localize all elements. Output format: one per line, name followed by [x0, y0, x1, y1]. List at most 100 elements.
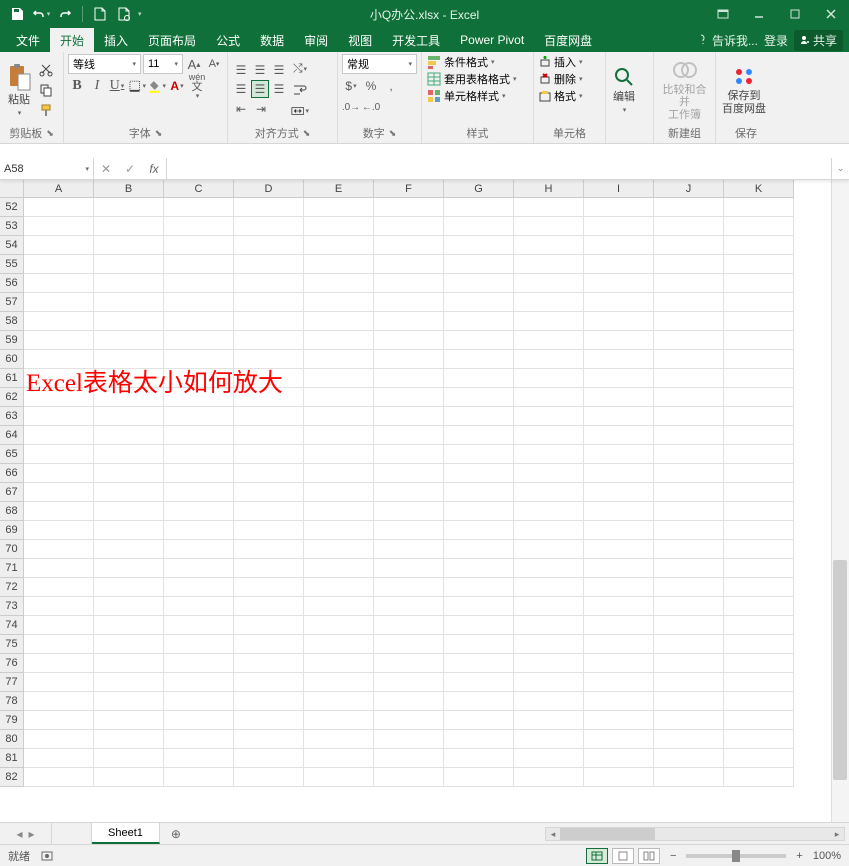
cell[interactable] — [94, 388, 164, 407]
cell[interactable] — [304, 578, 374, 597]
vertical-scrollbar[interactable] — [831, 180, 849, 822]
cell[interactable] — [444, 502, 514, 521]
col-header[interactable]: H — [514, 180, 584, 198]
cell[interactable] — [24, 521, 94, 540]
cell[interactable] — [584, 502, 654, 521]
cell[interactable] — [24, 369, 94, 388]
cell[interactable] — [304, 369, 374, 388]
cell[interactable] — [234, 274, 304, 293]
cell[interactable] — [514, 597, 584, 616]
cell[interactable] — [24, 312, 94, 331]
wrap-text-icon[interactable] — [291, 81, 309, 99]
cell[interactable] — [374, 483, 444, 502]
ribbon-display-icon[interactable] — [705, 0, 741, 28]
row-header[interactable]: 70 — [0, 540, 24, 559]
expand-formula-bar-icon[interactable]: ⌄ — [831, 158, 849, 179]
font-name-combo[interactable]: 等线▾ — [68, 54, 141, 74]
cell[interactable] — [584, 673, 654, 692]
font-size-combo[interactable]: 11▾ — [143, 54, 183, 74]
cell[interactable] — [724, 445, 794, 464]
cell[interactable] — [164, 426, 234, 445]
row-header[interactable]: 71 — [0, 559, 24, 578]
cell[interactable] — [584, 654, 654, 673]
col-header[interactable]: J — [654, 180, 724, 198]
cell[interactable] — [584, 255, 654, 274]
cell[interactable] — [444, 768, 514, 787]
cell[interactable] — [234, 521, 304, 540]
cell[interactable] — [24, 331, 94, 350]
cell[interactable] — [444, 521, 514, 540]
cell[interactable] — [444, 445, 514, 464]
col-header[interactable]: D — [234, 180, 304, 198]
row-header[interactable]: 79 — [0, 711, 24, 730]
cell[interactable] — [514, 236, 584, 255]
cell[interactable] — [724, 749, 794, 768]
cell[interactable] — [514, 635, 584, 654]
cell[interactable] — [514, 578, 584, 597]
cell[interactable] — [584, 540, 654, 559]
cell[interactable] — [24, 540, 94, 559]
cell[interactable] — [164, 616, 234, 635]
dialog-launcher-icon[interactable]: ⬊ — [303, 128, 311, 139]
bold-icon[interactable]: B — [68, 77, 86, 95]
cell[interactable] — [24, 578, 94, 597]
undo-icon[interactable]: ▾ — [30, 3, 52, 25]
cell[interactable] — [94, 293, 164, 312]
cell[interactable] — [164, 331, 234, 350]
cell[interactable] — [514, 407, 584, 426]
cell[interactable] — [94, 521, 164, 540]
cell[interactable] — [724, 464, 794, 483]
cell[interactable] — [654, 445, 724, 464]
cell[interactable] — [724, 217, 794, 236]
tab-insert[interactable]: 插入 — [94, 28, 138, 52]
cell[interactable] — [24, 217, 94, 236]
cell[interactable] — [234, 578, 304, 597]
cell[interactable] — [304, 635, 374, 654]
col-header[interactable]: B — [94, 180, 164, 198]
cell[interactable] — [94, 502, 164, 521]
cell[interactable] — [304, 616, 374, 635]
cell[interactable] — [304, 730, 374, 749]
cell[interactable] — [584, 369, 654, 388]
cell[interactable] — [164, 198, 234, 217]
border-icon[interactable]: ▾ — [128, 77, 146, 95]
cell[interactable] — [374, 749, 444, 768]
cell[interactable] — [444, 635, 514, 654]
align-top-icon[interactable]: ☰ — [232, 61, 250, 79]
cell[interactable] — [444, 692, 514, 711]
cell[interactable] — [514, 616, 584, 635]
cell[interactable] — [164, 692, 234, 711]
row-header[interactable]: 81 — [0, 749, 24, 768]
cell[interactable] — [654, 388, 724, 407]
cell[interactable] — [584, 635, 654, 654]
cut-icon[interactable] — [37, 61, 55, 79]
cell[interactable] — [24, 445, 94, 464]
tab-home[interactable]: 开始 — [50, 28, 94, 52]
cell[interactable] — [444, 350, 514, 369]
cell[interactable] — [724, 407, 794, 426]
view-page-break-icon[interactable] — [638, 848, 660, 864]
cell[interactable] — [724, 730, 794, 749]
cell[interactable] — [164, 483, 234, 502]
cell[interactable] — [724, 274, 794, 293]
cell[interactable] — [654, 274, 724, 293]
vertical-scroll-thumb[interactable] — [833, 560, 847, 780]
row-header[interactable]: 75 — [0, 635, 24, 654]
cell[interactable] — [514, 768, 584, 787]
cell[interactable] — [94, 768, 164, 787]
cell[interactable] — [164, 407, 234, 426]
conditional-format-button[interactable]: 条件格式▾ — [426, 54, 529, 70]
row-header[interactable]: 82 — [0, 768, 24, 787]
cell[interactable] — [374, 654, 444, 673]
cell[interactable] — [164, 768, 234, 787]
save-baidu-button[interactable]: 保存到百度网盘 — [720, 64, 768, 114]
cell[interactable] — [234, 369, 304, 388]
cell[interactable] — [374, 236, 444, 255]
cell[interactable] — [584, 521, 654, 540]
orientation-icon[interactable]: ⤭▾ — [291, 60, 309, 78]
row-header[interactable]: 62 — [0, 388, 24, 407]
row-header[interactable]: 78 — [0, 692, 24, 711]
cell[interactable] — [304, 692, 374, 711]
cell[interactable] — [24, 198, 94, 217]
cell[interactable] — [304, 426, 374, 445]
